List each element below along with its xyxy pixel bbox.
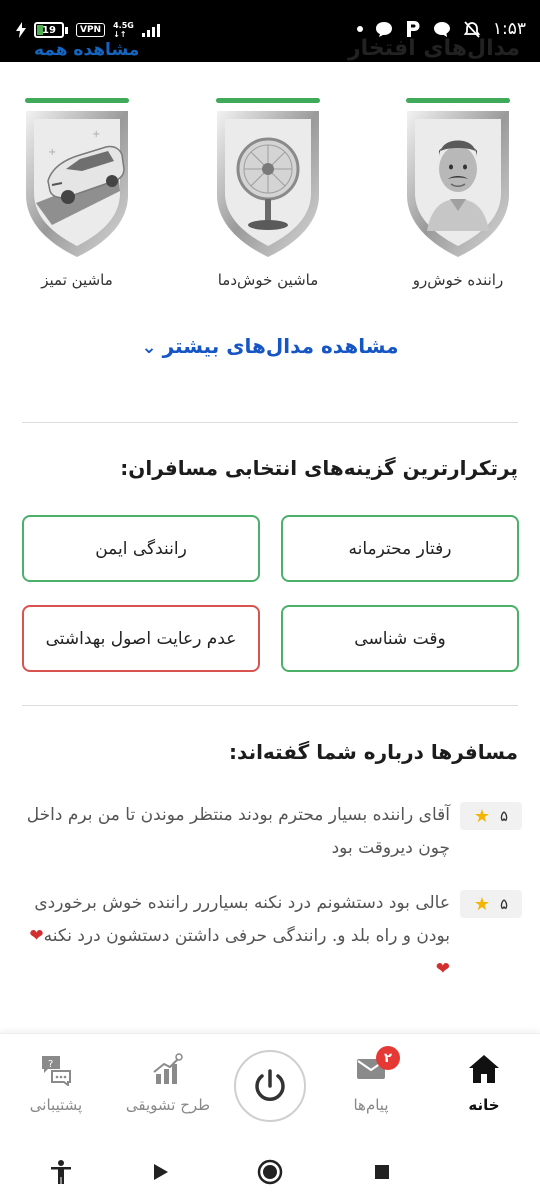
- nav-incentive[interactable]: طرح تشویقی: [118, 1052, 218, 1114]
- choice-chip-punctuality: وقت شناسی: [281, 605, 519, 672]
- medal-progress-bar: [216, 98, 320, 103]
- star-icon: ★: [473, 893, 491, 915]
- nav-support-label: پشتیبانی: [29, 1096, 83, 1114]
- nav-home[interactable]: خانه: [434, 1052, 534, 1114]
- medal-progress-bar: [406, 98, 510, 103]
- medal-progress-fill: [25, 98, 129, 103]
- driver-face-icon: [407, 111, 509, 257]
- nav-messages[interactable]: ۲ پیام‌ها: [321, 1046, 421, 1114]
- rating-value: ۵: [500, 895, 509, 913]
- medal-label: راننده خوش‌رو: [412, 271, 504, 289]
- accessibility-button[interactable]: [46, 1157, 76, 1187]
- svg-text:+: +: [92, 129, 100, 140]
- rating-badge: ۵ ★: [460, 890, 522, 918]
- medals-title: مدال‌های افتخار: [347, 36, 520, 61]
- power-icon: [255, 1069, 285, 1101]
- recents-square-icon: [375, 1165, 389, 1179]
- clean-car-icon: + +: [26, 111, 128, 257]
- medal-progress-fill: [216, 98, 320, 103]
- medal-label: ماشین خوش‌دما: [217, 271, 319, 289]
- nav-home-label: خانه: [468, 1096, 500, 1114]
- bottom-navigation: خانه ۲ پیام‌ها طرح تشویقی ? پشتیبانی: [0, 1033, 540, 1143]
- system-navigation: [0, 1143, 540, 1200]
- choice-chip-hygiene-negative: عدم رعایت اصول بهداشتی: [22, 605, 260, 672]
- home-icon: [469, 1055, 499, 1083]
- divider: [22, 705, 518, 706]
- nav-support[interactable]: ? پشتیبانی: [6, 1052, 106, 1114]
- choices-title: پرتکرارترین گزینه‌های انتخابی مسافران:: [120, 456, 518, 480]
- support-chat-icon: ?: [42, 1056, 71, 1086]
- recents-button[interactable]: [367, 1157, 397, 1187]
- more-medals-label: مشاهده مدال‌های بیشتر: [162, 334, 399, 358]
- medals-header: مدال‌های افتخار مشاهده همه: [0, 30, 540, 62]
- growth-chart-icon: [153, 1053, 183, 1084]
- divider: [22, 422, 518, 423]
- more-medals-link[interactable]: مشاهده مدال‌های بیشتر⌄: [0, 334, 540, 358]
- review-text: آقای راننده بسیار محترم بودند منتظر موند…: [26, 805, 450, 858]
- home-system-button[interactable]: [255, 1157, 285, 1187]
- review-text: عالی بود دستشونم درد نکنه بسیاررر راننده…: [29, 893, 450, 979]
- medal-label: ماشین تمیز: [41, 271, 113, 289]
- review-item: ۵ ★ عالی بود دستشونم درد نکنه بسیاررر را…: [22, 890, 522, 986]
- reviews-title: مسافرها درباره شما گفته‌اند:: [229, 740, 518, 764]
- choice-chip-respectful: رفتار محترمانه: [281, 515, 519, 582]
- home-circle-icon: [257, 1159, 283, 1185]
- star-icon: ★: [473, 805, 491, 827]
- nav-messages-label: پیام‌ها: [353, 1096, 389, 1114]
- nav-incentive-label: طرح تشویقی: [125, 1096, 211, 1114]
- power-button[interactable]: [234, 1050, 306, 1122]
- medal-progress-bar: [25, 98, 129, 103]
- play-icon: [154, 1164, 168, 1180]
- rating-badge: ۵ ★: [460, 802, 522, 830]
- accessibility-icon: [51, 1160, 71, 1184]
- svg-text:+: +: [48, 147, 56, 158]
- messages-badge: ۲: [376, 1046, 400, 1070]
- chevron-down-icon: ⌄: [141, 337, 157, 358]
- fan-icon: [217, 111, 319, 257]
- review-item: ۵ ★ آقای راننده بسیار محترم بودند منتظر …: [22, 802, 522, 865]
- medal-progress-fill: [406, 98, 510, 103]
- rating-value: ۵: [500, 807, 509, 825]
- medals-row: راننده خوش‌رو ماشین خوش‌دما: [0, 98, 540, 298]
- choice-chip-safe-driving: رانندگی ایمن: [22, 515, 260, 582]
- medal-good-temperature[interactable]: ماشین خوش‌دما: [213, 98, 323, 289]
- medal-friendly-driver[interactable]: راننده خوش‌رو: [403, 98, 513, 289]
- medal-clean-car[interactable]: + + ماشین تمیز: [22, 98, 132, 289]
- see-all-link[interactable]: مشاهده همه: [34, 40, 139, 60]
- play-button[interactable]: [145, 1157, 175, 1187]
- svg-text:?: ?: [48, 1059, 53, 1070]
